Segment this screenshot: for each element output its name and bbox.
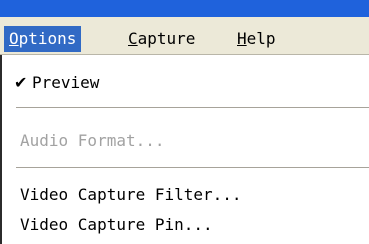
menu-separator (16, 167, 369, 169)
title-bar (0, 0, 369, 17)
menu-capture[interactable]: Capture (123, 26, 200, 52)
menu-capture-mnemonic: C (128, 29, 138, 48)
menu-help[interactable]: Help (232, 26, 281, 52)
menu-item-video-capture-pin-label: Video Capture Pin... (20, 215, 213, 234)
checkmark-icon: ✔ (14, 73, 28, 92)
menu-item-preview[interactable]: Preview (32, 71, 99, 95)
menu-options-mnemonic: O (9, 29, 19, 48)
menu-item-audio-format-label: Audio Format... (20, 131, 165, 150)
menu-item-preview-label: Preview (32, 73, 100, 92)
menu-item-video-capture-pin[interactable]: Video Capture Pin... (20, 213, 213, 237)
menu-options-label: ptions (18, 29, 77, 48)
menu-help-mnemonic: H (237, 29, 247, 48)
menu-options[interactable]: Options (4, 26, 82, 52)
app-window: Options Capture Help ✔ Preview Audio For… (0, 0, 369, 244)
menu-bar: Options Capture Help (0, 17, 369, 55)
menu-help-label: elp (246, 29, 276, 48)
menu-item-video-capture-filter[interactable]: Video Capture Filter... (20, 183, 242, 207)
menu-item-audio-format: Audio Format... (20, 129, 165, 153)
menu-capture-label: apture (137, 29, 196, 48)
menu-item-video-capture-filter-label: Video Capture Filter... (20, 185, 242, 204)
menu-separator (16, 107, 369, 109)
options-dropdown-menu: ✔ Preview Audio Format... Video Capture … (0, 55, 369, 244)
